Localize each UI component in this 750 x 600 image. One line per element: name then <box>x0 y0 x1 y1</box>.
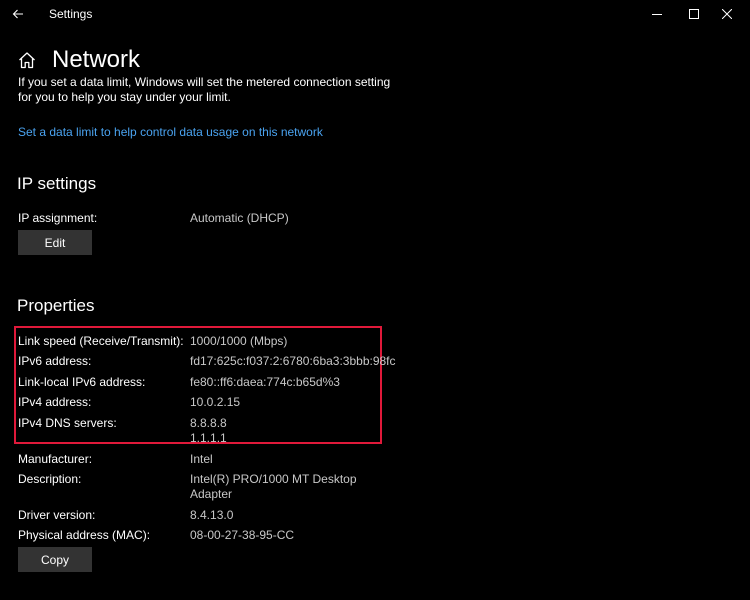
page-header: Network <box>18 44 140 76</box>
ipv6-address-label: IPv6 address: <box>18 354 92 368</box>
ipv4-address-value: 10.0.2.15 <box>190 395 241 409</box>
edit-button[interactable]: Edit <box>18 230 92 255</box>
description-value-1: Intel(R) PRO/1000 MT Desktop <box>190 472 357 486</box>
link-local-ipv6-value: fe80::ff6:daea:774c:b65d%3 <box>190 375 340 389</box>
link-speed-label: Link speed (Receive/Transmit): <box>18 334 184 348</box>
ip-assignment-label: IP assignment: <box>18 211 98 225</box>
manufacturer-label: Manufacturer: <box>18 452 93 466</box>
ipv4-address-label: IPv4 address: <box>18 395 92 409</box>
description-label: Description: <box>18 472 82 486</box>
title-bar: Settings <box>0 0 750 28</box>
close-button[interactable] <box>704 0 750 28</box>
link-local-ipv6-label: Link-local IPv6 address: <box>18 375 146 389</box>
manufacturer-value: Intel <box>190 452 213 466</box>
window-title: Settings <box>49 7 93 21</box>
page-title: Network <box>52 46 141 73</box>
home-icon[interactable] <box>18 51 36 69</box>
back-button[interactable] <box>0 0 36 28</box>
ip-settings-heading: IP settings <box>17 174 97 193</box>
close-icon <box>722 9 732 19</box>
maximize-icon <box>689 9 699 19</box>
mac-address-label: Physical address (MAC): <box>18 528 151 542</box>
driver-version-label: Driver version: <box>18 508 96 522</box>
ipv4-dns-value-1: 8.8.8.8 <box>190 416 227 430</box>
driver-version-value: 8.4.13.0 <box>190 508 234 522</box>
set-data-limit-link[interactable]: Set a data limit to help control data us… <box>18 125 323 139</box>
copy-button[interactable]: Copy <box>18 547 92 572</box>
ipv4-dns-value-2: 1.1.1.1 <box>190 431 227 445</box>
ipv6-address-value: fd17:625c:f037:2:6780:6ba3:3bbb:98fc <box>190 354 396 368</box>
ipv4-dns-label: IPv4 DNS servers: <box>18 416 117 430</box>
back-arrow-icon <box>12 9 23 19</box>
description-value-2: Adapter <box>190 487 233 501</box>
ip-assignment-value: Automatic (DHCP) <box>190 211 289 225</box>
minimize-icon <box>652 14 662 15</box>
properties-heading: Properties <box>17 296 95 315</box>
data-limit-description: If you set a data limit, Windows will se… <box>18 75 391 104</box>
link-speed-value: 1000/1000 (Mbps) <box>190 334 288 348</box>
mac-address-value: 08-00-27-38-95-CC <box>190 528 295 542</box>
